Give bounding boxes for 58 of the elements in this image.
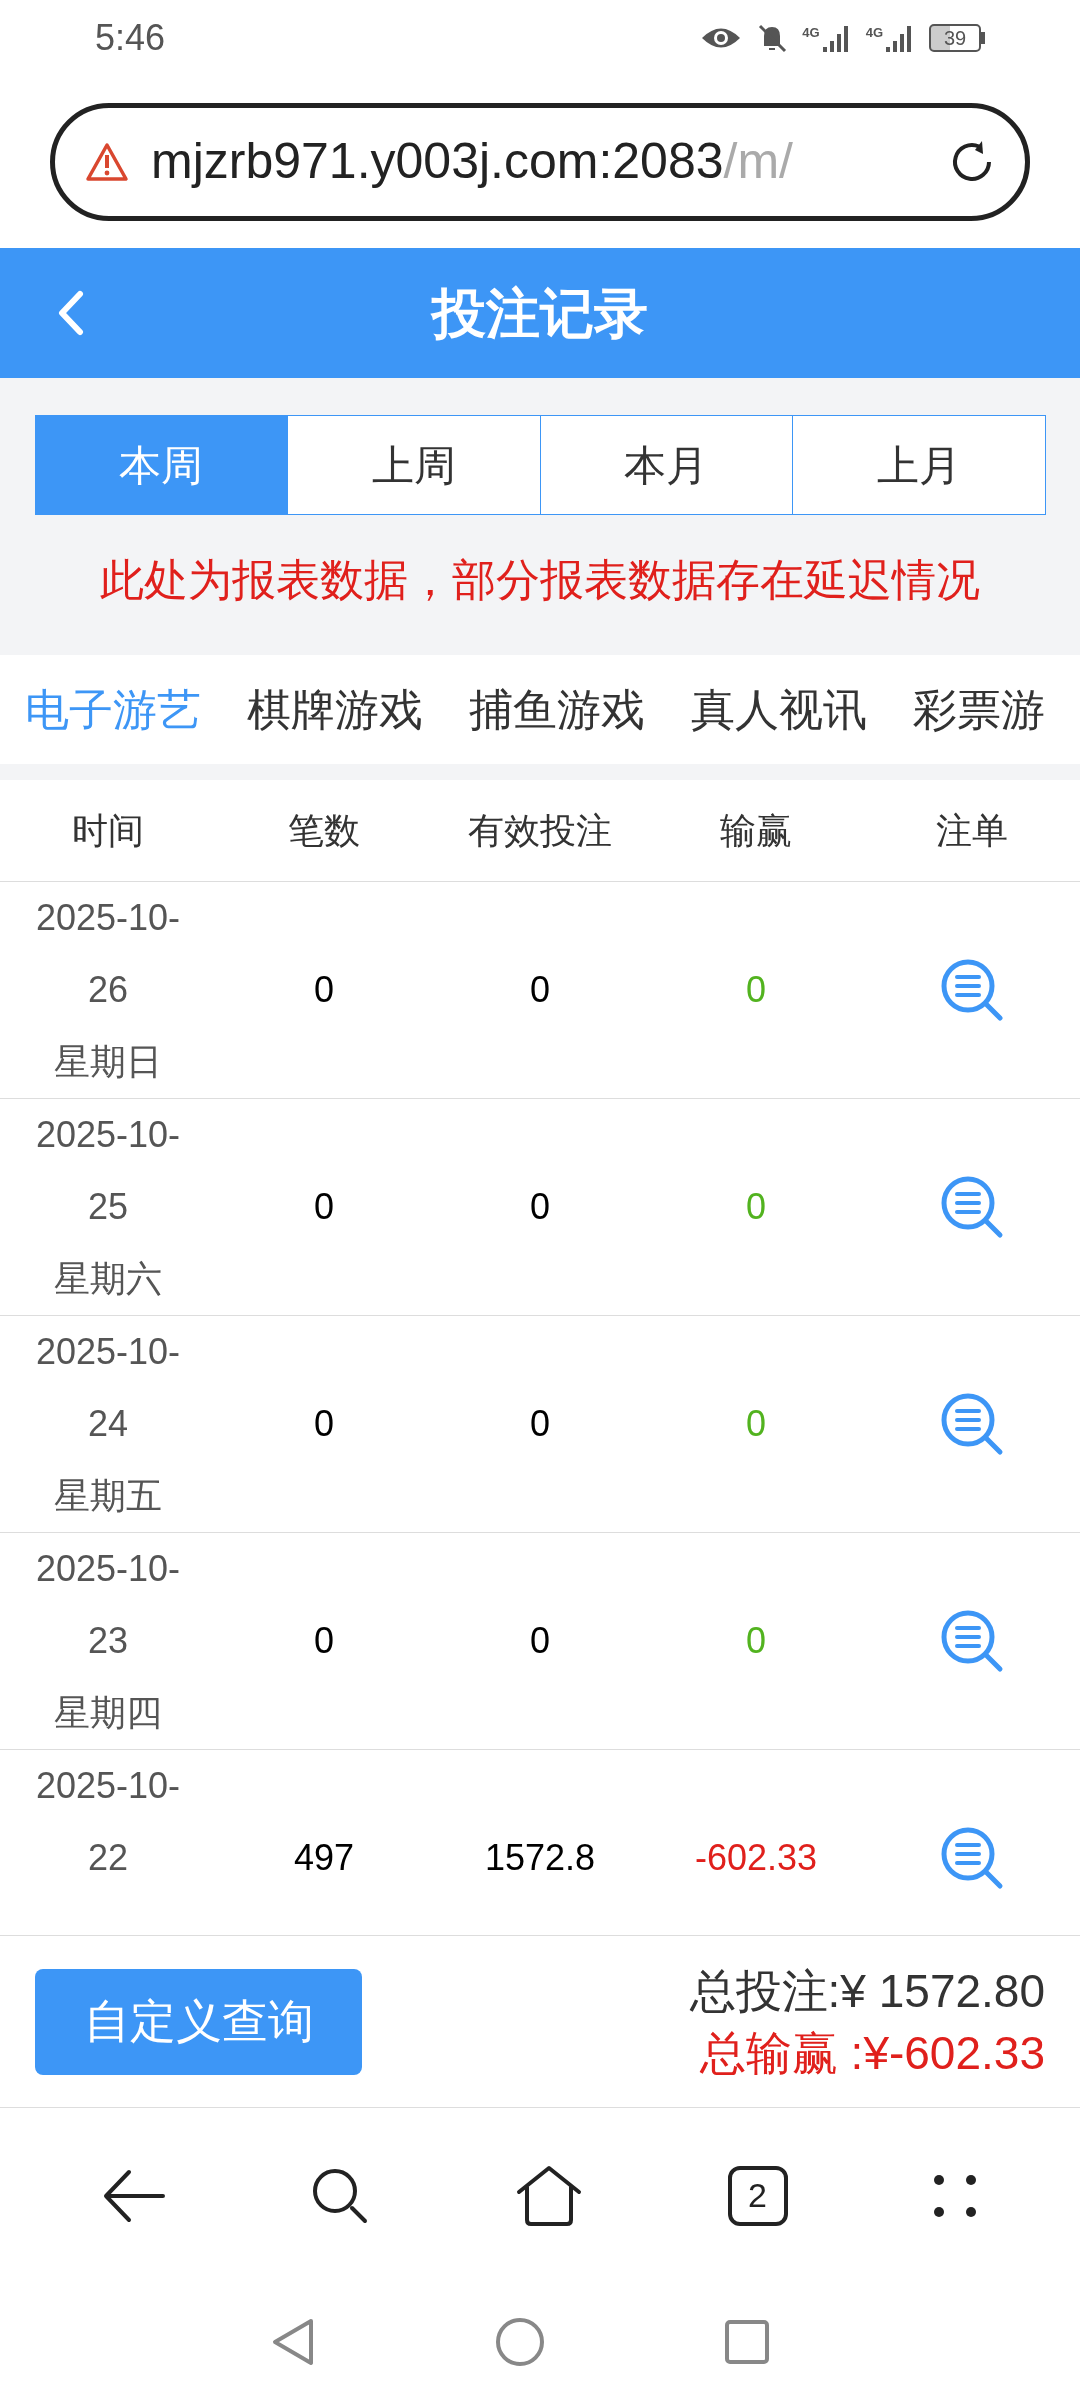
win-loss-cell-text: -602.33 [693,1836,819,1880]
count-cell-text: 0 [313,968,335,1012]
count-cell-text: 0 [313,1185,335,1229]
url-text: mjzrb971.y003j.com:2083/m/ [151,132,794,191]
recents-square-icon[interactable] [725,2319,769,2364]
valid-bet-cell-text: 0 [529,1402,551,1446]
search-list-icon[interactable] [939,1391,1005,1457]
search-list-icon[interactable] [939,1174,1005,1240]
back-arrow-icon[interactable] [102,2168,165,2223]
column-header: 有效投注 [467,808,613,853]
win-loss-cell-text: 0 [745,968,767,1012]
search-list-icon[interactable] [939,1608,1005,1674]
home-icon[interactable] [516,2164,582,2227]
column-header: 输赢 [719,808,793,853]
category-tab[interactable]: 棋牌游戏 [247,676,423,743]
page-title: 投注记录 [432,281,648,345]
status-time: 5:46 [95,15,166,60]
weekday-cell-text: 星期六 [54,1257,162,1301]
back-icon [56,290,84,336]
count-cell-text: 497 [292,1836,356,1880]
notice-text: 此处为报表数据，部分报表数据存在延迟情况 [100,554,980,606]
more-icon[interactable] [933,2173,978,2218]
tab-count[interactable]: 2 [727,2165,788,2226]
battery-level: 39 [929,23,981,52]
valid-bet-cell-text: 1572.8 [483,1836,597,1880]
search-list-icon[interactable] [939,957,1005,1023]
weekday-cell-text: 星期四 [54,1691,162,1735]
win-loss-cell-text: 0 [745,1402,767,1446]
win-loss-cell-text: 0 [745,1619,767,1663]
column-header: 笔数 [287,808,361,853]
total-bet-text: 总投注:¥ 1572.80 [689,1963,1045,2019]
valid-bet-cell-text: 0 [529,968,551,1012]
count-cell-text: 0 [313,1619,335,1663]
warning-icon [85,141,129,182]
weekday-cell-text: 星期日 [54,1040,162,1084]
date-cell-text: 2025-10-23 [34,1547,182,1663]
win-loss-cell-text: 0 [745,1185,767,1229]
date-cell-text: 2025-10-24 [34,1330,182,1446]
date-cell-text: 2025-10-22 [34,1764,182,1880]
search-list-icon[interactable] [939,1825,1005,1891]
valid-bet-cell-text: 0 [529,1185,551,1229]
category-tab[interactable]: 真人视讯 [691,676,867,743]
valid-bet-cell-text: 0 [529,1619,551,1663]
network-label: 4G [802,23,820,42]
date-cell-text: 2025-10-25 [34,1113,182,1229]
address-bar[interactable]: mjzrb971.y003j.com:2083/m/ [50,102,1030,221]
date-cell-text: 2025-10-26 [34,896,182,1012]
column-header: 注单 [935,808,1009,853]
total-win-loss-text: 总输赢 :¥-602.33 [699,2025,1045,2081]
weekday-cell-text: 星期五 [54,1474,162,1518]
home-circle-icon[interactable] [495,2316,545,2367]
network-label: 4G [865,23,883,42]
count-cell-text: 0 [313,1402,335,1446]
battery-cap [981,31,985,44]
category-tab[interactable]: 彩票游 [913,676,1045,743]
back-triangle-icon[interactable] [271,2316,315,2367]
category-tab[interactable]: 捕鱼游戏 [469,676,645,743]
column-header: 时间 [71,808,145,853]
